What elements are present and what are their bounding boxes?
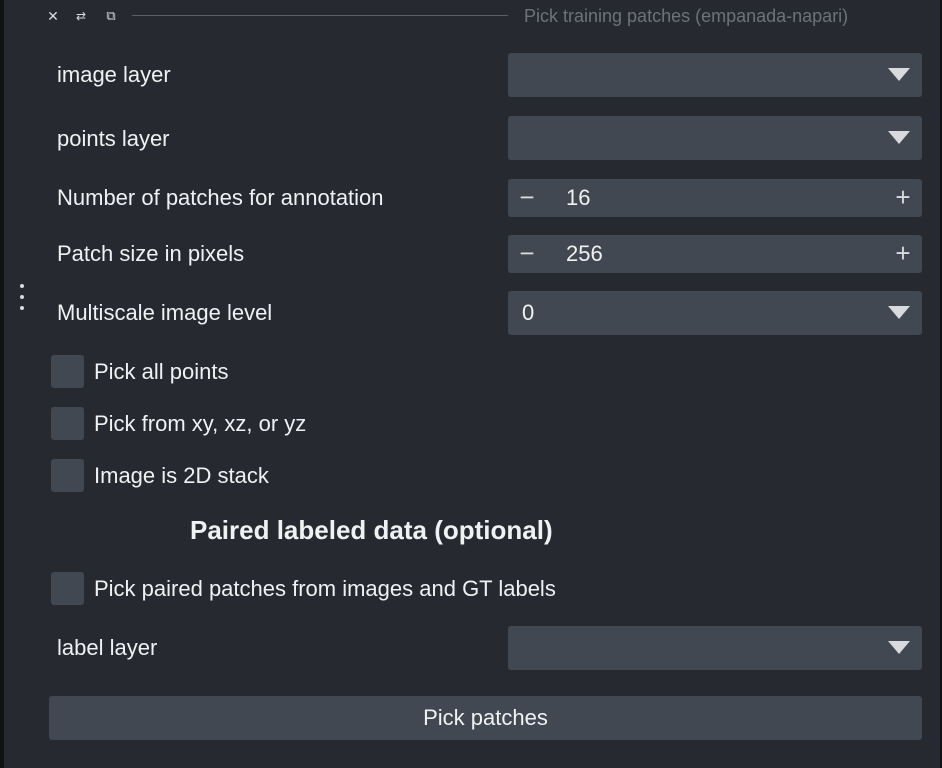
patch-size-label: Patch size in pixels (57, 241, 245, 266)
points-layer-select[interactable] (508, 116, 922, 160)
image-layer-select[interactable] (508, 53, 922, 97)
num-patches-spinbox: − + (508, 179, 922, 217)
num-patches-label: Number of patches for annotation (57, 185, 384, 210)
pick-patches-button[interactable]: Pick patches (49, 696, 922, 740)
patch-size-spinbox: − + (508, 235, 922, 273)
checkbox-box[interactable] (51, 355, 84, 388)
multiscale-level-label: Multiscale image level (57, 300, 273, 325)
points-layer-label: points layer (57, 126, 170, 151)
minus-icon[interactable]: − (508, 179, 546, 217)
pick-all-points-label: Pick all points (94, 359, 229, 384)
multiscale-level-value: 0 (522, 300, 535, 325)
label-layer-select[interactable] (508, 626, 922, 670)
multiscale-level-select[interactable]: 0 (508, 291, 922, 335)
popout-icon[interactable]: ⧉ (102, 7, 120, 25)
image-2d-stack-label: Image is 2D stack (94, 463, 269, 488)
pick-from-planes-label: Pick from xy, xz, or yz (94, 411, 307, 436)
plus-icon[interactable]: + (884, 235, 922, 273)
num-patches-input[interactable] (566, 179, 866, 217)
image-layer-label: image layer (57, 62, 171, 87)
dock-widget: ✕ ⇄ ⧉ Pick training patches (empanada-na… (0, 0, 942, 768)
widget-title: Pick training patches (empanada-napari) (524, 6, 849, 26)
dropdown-arrow-icon (888, 68, 910, 81)
dock-title-bar: ✕ ⇄ ⧉ Pick training patches (empanada-na… (44, 4, 934, 28)
drag-handle-icon[interactable] (20, 284, 28, 318)
dropdown-arrow-icon (888, 641, 910, 654)
plus-icon[interactable]: + (884, 179, 922, 217)
checkbox-box[interactable] (51, 407, 84, 440)
checkbox-box[interactable] (51, 572, 84, 605)
label-layer-label: label layer (57, 635, 158, 660)
patch-size-input[interactable] (566, 235, 866, 273)
close-icon[interactable]: ✕ (44, 7, 62, 25)
minus-icon[interactable]: − (508, 235, 546, 273)
pick-paired-label: Pick paired patches from images and GT l… (94, 576, 556, 601)
checkbox-box[interactable] (51, 459, 84, 492)
title-divider (132, 15, 508, 16)
dropdown-arrow-icon (888, 131, 910, 144)
paired-section-title: Paired labeled data (optional) (190, 515, 553, 545)
float-icon[interactable]: ⇄ (72, 7, 90, 25)
dropdown-arrow-icon (888, 306, 910, 319)
